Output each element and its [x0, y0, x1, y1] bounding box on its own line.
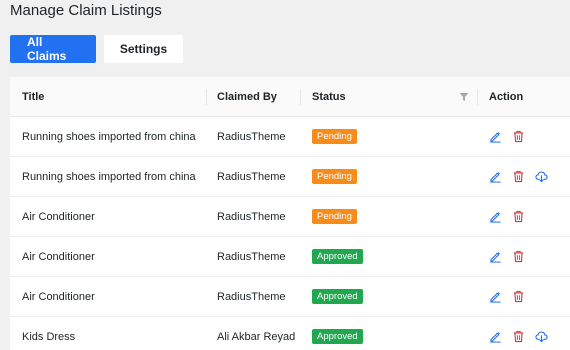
table-row: Air Conditioner RadiusTheme Pending	[10, 197, 570, 237]
row-claimed-by: Ali Akbar Reyad	[217, 331, 296, 343]
status-badge: Pending	[312, 209, 357, 224]
row-title: Running shoes imported from china	[22, 171, 196, 183]
table-row: Kids Dress Ali Akbar Reyad Approved	[10, 317, 570, 350]
tab-all-claims[interactable]: All Claims	[10, 35, 96, 63]
claims-table: Title Claimed By Status Action Running s…	[10, 77, 570, 350]
column-header-status[interactable]: Status	[312, 77, 346, 117]
table-row: Running shoes imported from china RadiusT…	[10, 157, 570, 197]
trash-icon[interactable]	[512, 250, 525, 263]
trash-icon[interactable]	[512, 130, 525, 143]
tab-settings[interactable]: Settings	[104, 35, 183, 63]
row-title: Running shoes imported from china	[22, 131, 196, 143]
row-claimed-by: RadiusTheme	[217, 211, 286, 223]
column-header-claimed-by[interactable]: Claimed By	[217, 77, 277, 117]
column-divider	[206, 89, 207, 105]
status-badge: Pending	[312, 169, 357, 184]
table-row: Air Conditioner RadiusTheme Approved	[10, 237, 570, 277]
row-title: Air Conditioner	[22, 251, 95, 263]
cloud-download-icon[interactable]	[535, 330, 548, 343]
pencil-icon[interactable]	[489, 250, 502, 263]
pencil-icon[interactable]	[489, 290, 502, 303]
cloud-download-icon[interactable]	[535, 170, 548, 183]
table-header: Title Claimed By Status Action	[10, 77, 570, 117]
filter-icon[interactable]	[459, 92, 469, 102]
row-title: Air Conditioner	[22, 291, 95, 303]
trash-icon[interactable]	[512, 330, 525, 343]
table-row: Running shoes imported from china RadiusT…	[10, 117, 570, 157]
column-divider	[300, 89, 301, 105]
trash-icon[interactable]	[512, 290, 525, 303]
row-title: Air Conditioner	[22, 211, 95, 223]
table-body: Running shoes imported from china RadiusT…	[10, 117, 570, 350]
pencil-icon[interactable]	[489, 170, 502, 183]
row-claimed-by: RadiusTheme	[217, 131, 286, 143]
pencil-icon[interactable]	[489, 330, 502, 343]
status-badge: Approved	[312, 289, 363, 304]
table-row: Air Conditioner RadiusTheme Approved	[10, 277, 570, 317]
status-badge: Approved	[312, 249, 363, 264]
pencil-icon[interactable]	[489, 210, 502, 223]
row-claimed-by: RadiusTheme	[217, 251, 286, 263]
trash-icon[interactable]	[512, 170, 525, 183]
column-divider	[477, 89, 478, 105]
pencil-icon[interactable]	[489, 130, 502, 143]
row-claimed-by: RadiusTheme	[217, 171, 286, 183]
status-badge: Approved	[312, 329, 363, 344]
status-badge: Pending	[312, 129, 357, 144]
trash-icon[interactable]	[512, 210, 525, 223]
row-claimed-by: RadiusTheme	[217, 291, 286, 303]
row-title: Kids Dress	[22, 331, 76, 343]
column-header-action: Action	[489, 91, 524, 103]
page-title: Manage Claim Listings	[10, 2, 162, 19]
column-header-title[interactable]: Title	[22, 77, 44, 117]
tab-bar: All Claims Settings	[10, 35, 183, 63]
